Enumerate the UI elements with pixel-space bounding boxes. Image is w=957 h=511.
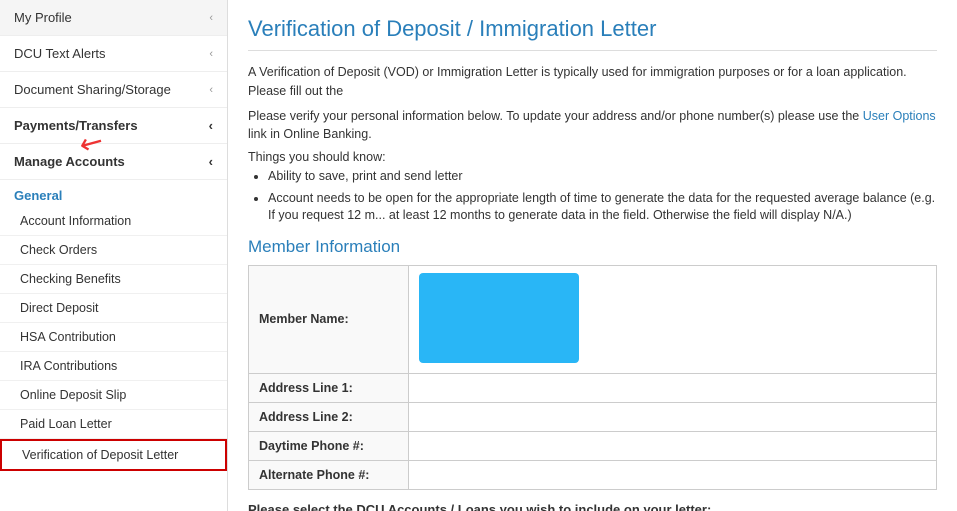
member-information-title: Member Information	[248, 237, 937, 257]
table-row: Address Line 1:	[249, 373, 937, 402]
sidebar-item-online-deposit-slip[interactable]: Online Deposit Slip	[0, 381, 227, 410]
sidebar-item-dcu-text-alerts[interactable]: DCU Text Alerts ‹	[0, 36, 227, 72]
sidebar-item-direct-deposit[interactable]: Direct Deposit	[0, 294, 227, 323]
alternate-phone-value	[409, 460, 937, 489]
chevron-icon: ‹	[209, 48, 213, 60]
chevron-icon: ‹	[209, 118, 213, 133]
sidebar-item-checking-benefits[interactable]: Checking Benefits	[0, 265, 227, 294]
sidebar-item-manage-accounts[interactable]: Manage Accounts ‹	[0, 144, 227, 180]
table-row: Member Name:	[249, 265, 937, 373]
sidebar-item-ira-contributions[interactable]: IRA Contributions	[0, 352, 227, 381]
sidebar-item-check-orders[interactable]: Check Orders	[0, 236, 227, 265]
member-name-label: Member Name:	[249, 265, 409, 373]
sidebar-label-manage-accounts: Manage Accounts	[14, 154, 125, 169]
sidebar-item-document-sharing[interactable]: Document Sharing/Storage ‹	[0, 72, 227, 108]
sidebar-label-dcu-text-alerts: DCU Text Alerts	[14, 46, 106, 61]
main-content: Verification of Deposit / Immigration Le…	[228, 0, 957, 511]
address-line2-value	[409, 402, 937, 431]
member-name-value	[409, 265, 937, 373]
intro-paragraph-2: Please verify your personal information …	[248, 107, 937, 145]
chevron-icon: ‹	[209, 12, 213, 24]
sidebar-item-my-profile[interactable]: My Profile ‹	[0, 0, 227, 36]
daytime-phone-label: Daytime Phone #:	[249, 431, 409, 460]
sidebar-label-my-profile: My Profile	[14, 10, 72, 25]
intro-paragraph-1: A Verification of Deposit (VOD) or Immig…	[248, 63, 937, 101]
table-row: Alternate Phone #:	[249, 460, 937, 489]
address-line1-label: Address Line 1:	[249, 373, 409, 402]
sidebar-item-payments-transfers[interactable]: Payments/Transfers ‹	[0, 108, 227, 144]
user-options-link[interactable]: User Options	[863, 109, 936, 123]
sidebar-item-hsa-contribution[interactable]: HSA Contribution	[0, 323, 227, 352]
chevron-icon: ‹	[209, 154, 213, 169]
address-line2-label: Address Line 2:	[249, 402, 409, 431]
page-title: Verification of Deposit / Immigration Le…	[248, 16, 937, 51]
address-line1-value	[409, 373, 937, 402]
member-info-table: Member Name: Address Line 1: Address Lin…	[248, 265, 937, 490]
daytime-phone-value	[409, 431, 937, 460]
table-row: Daytime Phone #:	[249, 431, 937, 460]
sidebar: My Profile ‹ DCU Text Alerts ‹ Document …	[0, 0, 228, 511]
sidebar-label-document-sharing: Document Sharing/Storage	[14, 82, 171, 97]
chevron-icon: ‹	[209, 84, 213, 96]
table-row: Address Line 2:	[249, 402, 937, 431]
alternate-phone-label: Alternate Phone #:	[249, 460, 409, 489]
sidebar-group-general: General	[0, 180, 227, 207]
sidebar-item-verification-of-deposit-letter[interactable]: Verification of Deposit Letter	[0, 439, 227, 471]
sidebar-item-account-information[interactable]: Account Information	[0, 207, 227, 236]
things-to-know-label: Things you should know:	[248, 150, 937, 164]
sidebar-item-paid-loan-letter[interactable]: Paid Loan Letter	[0, 410, 227, 439]
sidebar-label-payments-transfers: Payments/Transfers	[14, 118, 138, 133]
bullet-item-2: Account needs to be open for the appropr…	[268, 190, 937, 225]
bullet-list: Ability to save, print and send letter A…	[268, 168, 937, 225]
accounts-prompt: Please select the DCU Accounts / Loans y…	[248, 502, 937, 511]
blurred-member-name	[419, 273, 579, 363]
bullet-item-1: Ability to save, print and send letter	[268, 168, 937, 186]
